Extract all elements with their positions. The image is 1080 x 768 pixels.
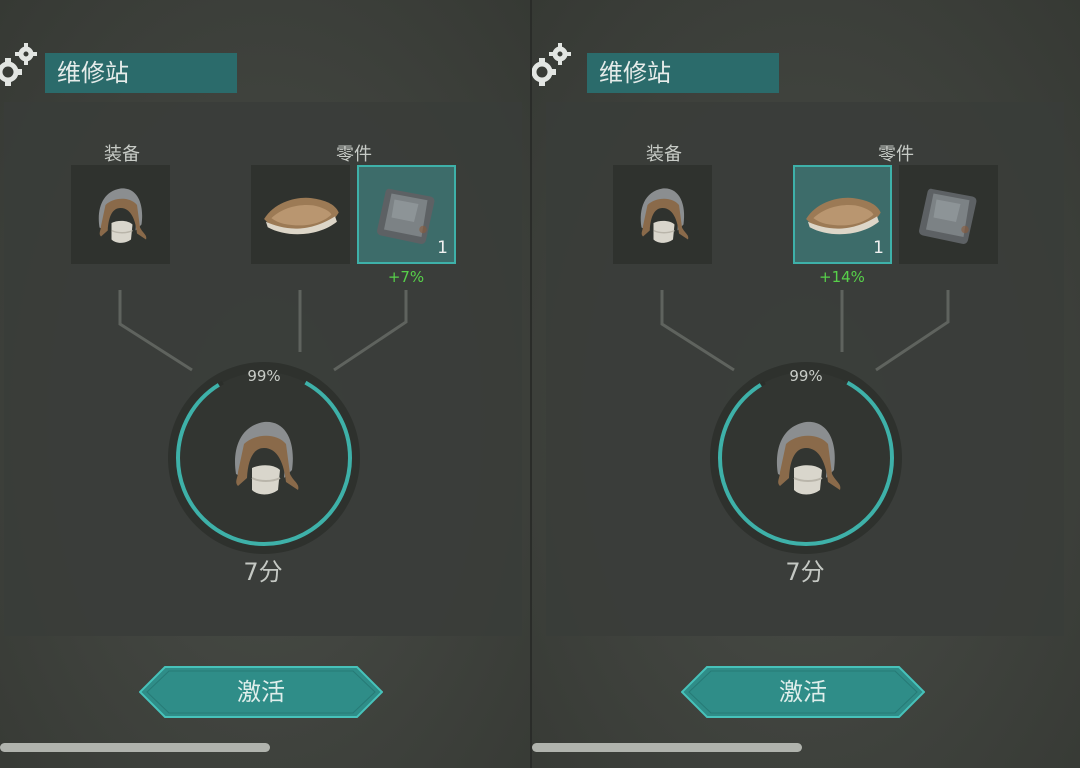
repair-bonus: +7%	[387, 268, 425, 286]
fur-pelt-icon	[264, 197, 339, 235]
repair-time: 7分	[243, 558, 283, 586]
scrollbar[interactable]	[532, 743, 802, 752]
scrollbar[interactable]	[0, 743, 270, 752]
repair-station-panel-left: 维修站 装备 零件 1 +7% 99% 7分 激活	[0, 0, 530, 768]
fur-hat-icon	[640, 187, 690, 244]
progress-ring	[710, 362, 902, 554]
part-slot-fur[interactable]	[251, 165, 350, 264]
window-title: 维修站	[587, 53, 779, 93]
activate-label: 激活	[237, 678, 285, 706]
activate-button[interactable]: 激活	[680, 666, 926, 718]
repair-content: 装备 零件 1 +14% 99% 7分	[546, 102, 1064, 636]
activate-label: 激活	[779, 678, 827, 706]
part-quantity: 1	[873, 238, 884, 258]
window-title: 维修站	[45, 53, 237, 93]
repair-station-panel-right: 维修站 装备 零件 1 +14% 99% 7分 激活	[532, 0, 1080, 768]
part-slot-fur[interactable]: 1	[793, 165, 892, 264]
parts-label: 零件	[878, 144, 914, 165]
metal-plate-icon	[919, 188, 977, 244]
durability-ring: 99%	[166, 360, 362, 556]
repair-bonus: +14%	[819, 268, 865, 286]
equipment-label: 装备	[104, 144, 140, 165]
repair-time: 7分	[785, 558, 825, 586]
fur-hat-icon	[98, 187, 148, 244]
gear-icon[interactable]	[0, 40, 38, 90]
parts-label: 零件	[336, 144, 372, 165]
part-quantity: 1	[437, 238, 448, 258]
durability-ring: 99%	[708, 360, 904, 556]
gear-icon[interactable]	[532, 40, 572, 90]
equipment-slot[interactable]	[71, 165, 170, 264]
durability-percent: 99%	[247, 367, 281, 385]
part-slot-metal[interactable]: 1	[357, 165, 456, 264]
progress-ring	[168, 362, 360, 554]
equipment-label: 装备	[646, 144, 682, 165]
part-slot-metal[interactable]	[899, 165, 998, 264]
equipment-slot[interactable]	[613, 165, 712, 264]
durability-percent: 99%	[789, 367, 823, 385]
activate-button[interactable]: 激活	[138, 666, 384, 718]
repair-content: 装备 零件 1 +7% 99% 7分	[4, 102, 522, 636]
